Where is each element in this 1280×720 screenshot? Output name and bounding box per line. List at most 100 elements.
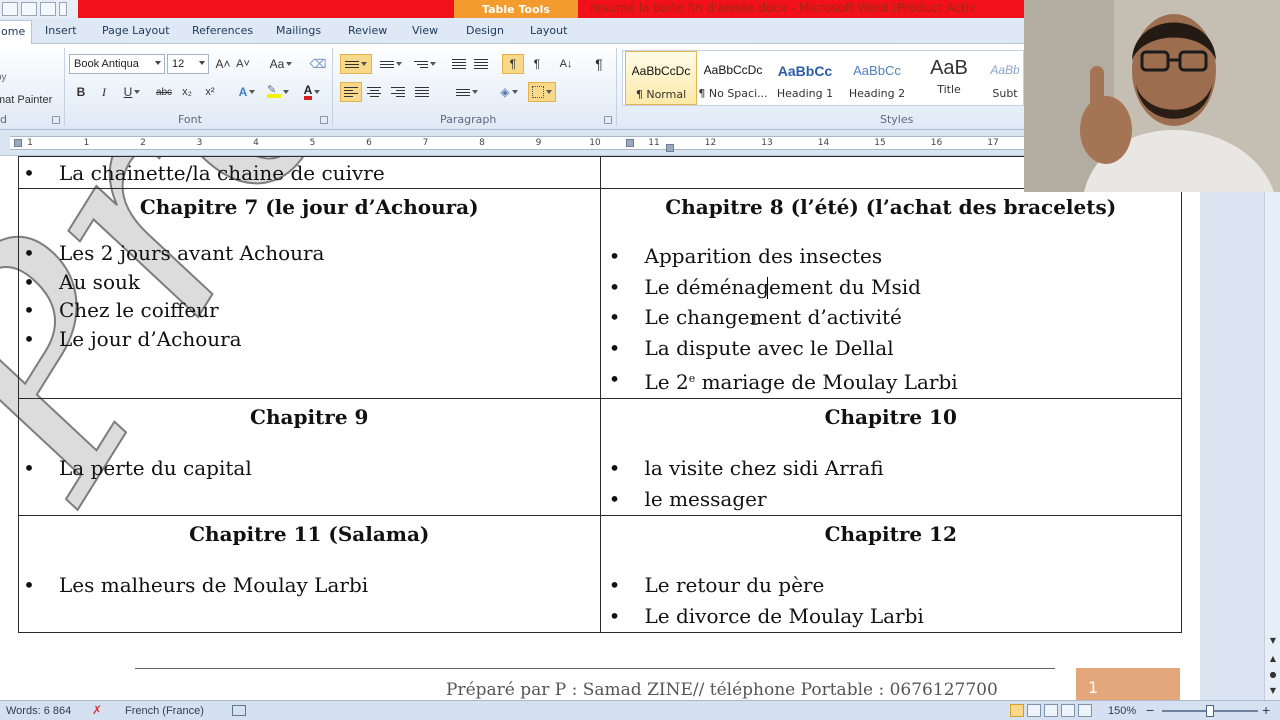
style-subtitle[interactable]: AaBb Subt bbox=[985, 51, 1025, 105]
tab-insert[interactable]: Insert bbox=[45, 24, 77, 37]
list-item: Les malheurs de Moulay Larbi bbox=[21, 570, 600, 600]
chevron-down-icon bbox=[314, 90, 321, 94]
table-cell[interactable]: Chapitre 8 (l’été) (l’achat des bracelet… bbox=[599, 188, 1182, 399]
align-right-button[interactable] bbox=[388, 82, 408, 102]
document-area[interactable]: Proj La chainette/la chaine de cuivre Ch… bbox=[0, 156, 1200, 700]
subscript-button[interactable]: x₂ bbox=[178, 82, 196, 102]
show-formatting-button[interactable]: ¶ bbox=[590, 54, 608, 74]
style-sample: AaBb bbox=[990, 63, 1020, 77]
ruler-number: 6 bbox=[366, 138, 372, 148]
font-launcher-icon[interactable] bbox=[320, 116, 328, 124]
change-case-button[interactable]: Aa bbox=[268, 54, 294, 74]
zoom-slider-thumb[interactable] bbox=[1206, 705, 1214, 717]
style-heading-1[interactable]: AaBbCc Heading 1 bbox=[769, 51, 841, 105]
column-marker-icon[interactable] bbox=[626, 139, 634, 147]
customize-qat-icon[interactable] bbox=[59, 2, 67, 16]
ruler-number: 1 bbox=[27, 138, 33, 148]
multilevel-list-button[interactable] bbox=[410, 54, 440, 74]
borders-button[interactable] bbox=[528, 82, 556, 102]
table-cell[interactable]: Chapitre 7 (le jour d’Achoura) Les 2 jou… bbox=[18, 188, 601, 399]
chapter-title: Chapitre 12 bbox=[824, 522, 957, 546]
table-cell[interactable]: Chapitre 9 La perte du capital bbox=[18, 398, 601, 516]
font-name-combo[interactable]: Book Antiqua bbox=[69, 54, 165, 74]
tab-review[interactable]: Review bbox=[348, 24, 387, 37]
indent-marker-icon[interactable] bbox=[666, 144, 674, 152]
outline-view-icon[interactable] bbox=[1061, 704, 1075, 717]
style-sample: AaBbCc bbox=[853, 63, 901, 78]
ltr-direction-icon[interactable]: ¶ bbox=[502, 54, 524, 74]
align-center-button[interactable] bbox=[364, 82, 384, 102]
zoom-in-button[interactable]: + bbox=[1262, 702, 1270, 718]
increase-indent-icon[interactable] bbox=[472, 54, 490, 74]
table-cell[interactable]: Chapitre 11 (Salama) Les malheurs de Mou… bbox=[18, 515, 601, 633]
group-separator bbox=[64, 48, 65, 126]
macro-recording-icon[interactable] bbox=[232, 705, 246, 716]
zoom-out-button[interactable]: − bbox=[1146, 702, 1154, 718]
browse-object-icon[interactable]: ● bbox=[1265, 666, 1280, 682]
ruler-number: 10 bbox=[589, 138, 601, 148]
sort-button[interactable]: A↓ bbox=[556, 54, 576, 74]
style-heading-2[interactable]: AaBbCc Heading 2 bbox=[841, 51, 913, 105]
word-count[interactable]: Words: 6 864 bbox=[6, 705, 71, 717]
chevron-down-icon bbox=[155, 61, 161, 65]
undo-icon[interactable] bbox=[21, 2, 37, 16]
style-no-spacing[interactable]: AaBbCcDc ¶ No Spaci... bbox=[697, 51, 769, 105]
bullets-button[interactable] bbox=[340, 54, 372, 74]
tab-references[interactable]: References bbox=[192, 24, 253, 37]
ruler-number: 4 bbox=[253, 138, 259, 148]
save-icon[interactable] bbox=[2, 2, 18, 16]
table-cell[interactable]: Chapitre 12 Le retour du père Le divorce… bbox=[599, 515, 1182, 633]
print-preview-icon[interactable] bbox=[40, 2, 56, 16]
ruler-number: 1 bbox=[83, 138, 90, 148]
font-color-icon[interactable]: A bbox=[298, 82, 326, 102]
clipboard-launcher-icon[interactable] bbox=[52, 116, 60, 124]
print-layout-view-icon[interactable] bbox=[1010, 704, 1024, 717]
decrease-indent-icon[interactable] bbox=[450, 54, 468, 74]
tab-page-layout[interactable]: Page Layout bbox=[102, 24, 170, 37]
left-margin-marker-icon[interactable] bbox=[14, 139, 22, 147]
tab-home[interactable]: ome bbox=[0, 20, 33, 44]
tab-mailings[interactable]: Mailings bbox=[276, 24, 321, 37]
line-spacing-button[interactable] bbox=[452, 82, 482, 102]
previous-page-icon[interactable]: ▲ bbox=[1265, 650, 1280, 666]
superscript-button[interactable]: x² bbox=[201, 82, 219, 102]
rtl-direction-icon[interactable]: ¶ bbox=[528, 54, 546, 74]
style-normal[interactable]: AaBbCcDc ¶ Normal bbox=[625, 51, 697, 105]
clear-formatting-icon[interactable]: ⌫ bbox=[308, 54, 328, 74]
underline-button[interactable]: U bbox=[118, 82, 146, 102]
format-painter-button[interactable]: mat Painter bbox=[0, 92, 52, 108]
table-cell[interactable]: La chainette/la chaine de cuivre bbox=[18, 156, 601, 189]
draft-view-icon[interactable] bbox=[1078, 704, 1092, 717]
shading-button[interactable]: ◈ bbox=[494, 82, 524, 102]
highlight-color-icon[interactable]: ✎ bbox=[264, 82, 292, 102]
justify-button[interactable] bbox=[412, 82, 432, 102]
bold-button[interactable]: B bbox=[72, 82, 90, 102]
vertical-scrollbar[interactable]: ▼ ▲ ● ▼ bbox=[1264, 192, 1280, 700]
font-size-combo[interactable]: 12 bbox=[167, 54, 209, 74]
full-screen-reading-view-icon[interactable] bbox=[1027, 704, 1041, 717]
paragraph-launcher-icon[interactable] bbox=[604, 116, 612, 124]
text-effects-icon[interactable]: A bbox=[234, 82, 260, 102]
copy-button[interactable]: oy bbox=[0, 70, 7, 84]
list-item: Le divorce de Moulay Larbi bbox=[607, 601, 1182, 632]
table-cell[interactable]: Chapitre 10 la visite chez sidi Arrafi l… bbox=[599, 398, 1182, 516]
numbering-button[interactable] bbox=[376, 54, 406, 74]
tab-design[interactable]: Design bbox=[466, 24, 504, 37]
italic-button[interactable]: I bbox=[96, 82, 112, 102]
shrink-font-button[interactable]: A˅ bbox=[234, 54, 252, 74]
language-indicator[interactable]: French (France) bbox=[125, 705, 204, 717]
grow-font-button[interactable]: A˄ bbox=[214, 54, 232, 74]
align-left-button[interactable] bbox=[340, 82, 362, 102]
tab-view[interactable]: View bbox=[412, 24, 438, 37]
scroll-down-icon[interactable]: ▼ bbox=[1265, 632, 1280, 648]
style-title[interactable]: AaB Title bbox=[913, 51, 985, 105]
zoom-level[interactable]: 150% bbox=[1108, 705, 1136, 717]
web-layout-view-icon[interactable] bbox=[1044, 704, 1058, 717]
proofing-error-icon[interactable]: ✗ bbox=[92, 703, 102, 717]
chapter-title: Chapitre 7 (le jour d’Achoura) bbox=[139, 195, 479, 219]
next-page-icon[interactable]: ▼ bbox=[1265, 682, 1280, 698]
tab-layout[interactable]: Layout bbox=[530, 24, 567, 37]
paint-bucket-icon: ◈ bbox=[500, 85, 510, 99]
strikethrough-button[interactable]: abc bbox=[152, 82, 176, 102]
align-left-icon bbox=[344, 87, 358, 97]
